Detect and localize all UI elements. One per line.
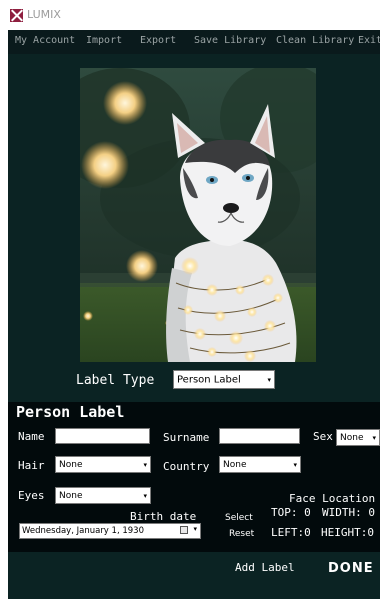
hair-label: Hair: [18, 459, 45, 472]
face-location-title: Face Location: [289, 492, 376, 505]
birth-date-picker[interactable]: Wednesday, January 1, 1930 ▾: [19, 523, 201, 539]
sex-value: None: [340, 432, 364, 443]
select-button[interactable]: Select: [225, 513, 253, 523]
panel-title: Person Label: [16, 403, 125, 421]
label-type-select[interactable]: Person Label ▾: [173, 370, 275, 389]
husky-photo-image: [80, 68, 316, 362]
menu-import[interactable]: Import: [86, 35, 122, 46]
face-height-value: HEIGHT:0: [321, 526, 374, 539]
done-button[interactable]: DONE: [328, 561, 374, 576]
chevron-down-icon: ▾: [193, 525, 197, 533]
face-top-value: TOP: 0: [271, 506, 311, 519]
reset-button[interactable]: Reset: [229, 529, 254, 539]
country-select[interactable]: None ▾: [219, 456, 301, 473]
country-value: None: [223, 459, 247, 470]
face-width-value: WIDTH: 0: [322, 506, 375, 519]
menu-my-account[interactable]: My Account: [15, 35, 75, 46]
label-type-label: Label Type: [76, 373, 155, 388]
chevron-down-icon: ▾: [143, 491, 147, 500]
app-logo-icon: [10, 9, 23, 22]
app-window: LUMIX My Account Import Export Save Libr…: [0, 0, 380, 599]
birth-date-value: Wednesday, January 1, 1930: [22, 526, 144, 536]
add-label-button[interactable]: Add Label: [235, 561, 295, 574]
labeled-photo[interactable]: [80, 68, 316, 362]
menu-save-library[interactable]: Save Library: [194, 35, 266, 46]
name-label: Name: [18, 430, 45, 443]
menu-export[interactable]: Export: [140, 35, 176, 46]
face-left-value: LEFT:0: [271, 526, 311, 539]
chevron-down-icon: ▾: [143, 460, 147, 469]
chevron-down-icon: ▾: [372, 433, 376, 442]
app-title: LUMIX: [27, 8, 61, 21]
birth-date-label: Birth date: [130, 510, 197, 523]
surname-label: Surname: [163, 431, 210, 444]
sex-select[interactable]: None ▾: [336, 429, 380, 446]
chevron-down-icon: ▾: [293, 460, 297, 469]
hair-select[interactable]: None ▾: [55, 456, 151, 473]
app-body: My Account Import Export Save Library Cl…: [8, 30, 380, 599]
sex-label: Sex: [313, 430, 333, 443]
eyes-select[interactable]: None ▾: [55, 487, 151, 504]
name-input[interactable]: [55, 428, 150, 444]
eyes-value: None: [59, 490, 83, 501]
eyes-label: Eyes: [18, 489, 45, 502]
calendar-icon: [180, 526, 188, 534]
menu-bar: My Account Import Export Save Library Cl…: [8, 30, 380, 54]
menu-clean-library[interactable]: Clean Library: [276, 35, 354, 46]
menu-exit[interactable]: Exit: [358, 35, 380, 46]
label-type-value: Person Label: [177, 374, 241, 385]
hair-value: None: [59, 459, 83, 470]
surname-input[interactable]: [219, 428, 300, 444]
country-label: Country: [163, 460, 210, 473]
title-bar: LUMIX: [0, 0, 380, 30]
chevron-down-icon: ▾: [267, 375, 271, 384]
